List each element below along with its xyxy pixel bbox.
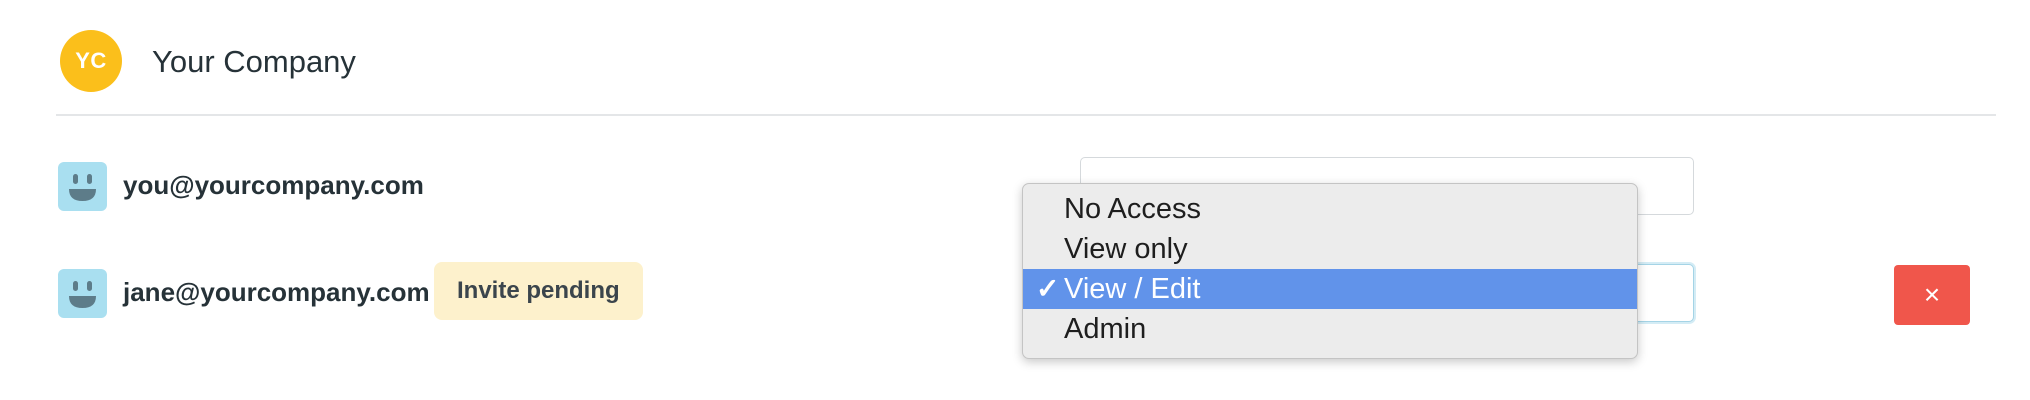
- invite-pending-badge: Invite pending: [434, 262, 643, 320]
- company-header: YC Your Company: [56, 0, 1996, 116]
- access-option-view-only[interactable]: View only: [1023, 229, 1637, 269]
- member-email: you@yourcompany.com: [123, 170, 424, 200]
- access-option-no-access[interactable]: No Access: [1023, 189, 1637, 229]
- company-name: Your Company: [152, 44, 356, 79]
- member-email: jane@yourcompany.com: [123, 277, 430, 307]
- company-initials-avatar: YC: [60, 30, 122, 92]
- smiley-face-icon: [58, 162, 107, 211]
- access-option-view-edit[interactable]: ✓ View / Edit: [1023, 269, 1637, 309]
- smiley-face-icon: [58, 269, 107, 318]
- remove-member-button[interactable]: ×: [1894, 265, 1970, 325]
- close-icon: ×: [1923, 279, 1941, 310]
- access-dropdown-menu: No Access View only ✓ View / Edit Admin: [1022, 183, 1638, 359]
- checkmark-icon: ✓: [1036, 273, 1060, 304]
- access-option-admin[interactable]: Admin: [1023, 309, 1637, 349]
